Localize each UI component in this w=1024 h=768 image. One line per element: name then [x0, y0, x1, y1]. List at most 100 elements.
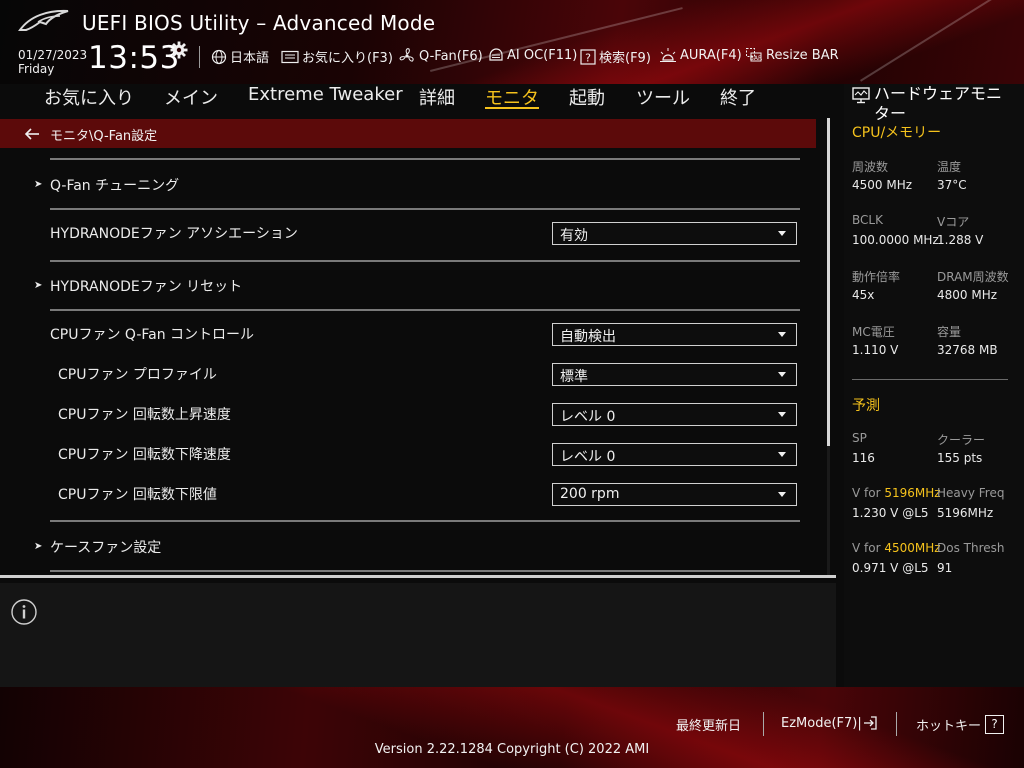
- cpu-fan-control-label: CPUファン Q-Fan コントロール: [50, 327, 255, 343]
- ratio-value: 45x: [852, 288, 875, 302]
- row-divider: [50, 158, 800, 160]
- cpu-fan-step-down-value: レベル 0: [560, 449, 616, 465]
- v-for-high-freq: 5196MHz: [884, 486, 941, 500]
- cpu-fan-profile-label: CPUファン プロファイル: [58, 367, 217, 383]
- hotkeys-label: ホットキー: [916, 719, 982, 734]
- tab-main[interactable]: メイン: [164, 84, 218, 110]
- heavy-freq-value: 5196MHz: [937, 506, 994, 520]
- rog-logo-icon: [18, 9, 69, 31]
- last-modified-button[interactable]: 最終更新日: [676, 715, 741, 734]
- gear-icon[interactable]: [170, 41, 188, 59]
- bclk-label: BCLK: [852, 213, 883, 227]
- sp-label: SP: [852, 431, 867, 445]
- resize-bar-label: Resize BAR: [766, 47, 839, 63]
- cpu-fan-profile-select[interactable]: 標準: [552, 363, 797, 386]
- freq-label: 周波数: [852, 160, 889, 174]
- cpu-fan-min-select[interactable]: 200 rpm: [552, 483, 797, 506]
- dropdown-caret-icon: [778, 412, 786, 417]
- tab-advanced[interactable]: 詳細: [419, 84, 455, 110]
- cpu-fan-min-label: CPUファン 回転数下限値: [58, 487, 217, 503]
- mc-volt-value: 1.110 V: [852, 343, 899, 357]
- temp-label: 温度: [937, 160, 962, 174]
- dropdown-caret-icon: [778, 332, 786, 337]
- search-button[interactable]: ? 検索(F9): [580, 47, 651, 66]
- back-arrow-icon[interactable]: [24, 127, 40, 141]
- vcore-value: 1.288 V: [937, 233, 984, 247]
- freq-value: 4500 MHz: [852, 178, 913, 192]
- ezmode-button[interactable]: EzMode(F7)|: [781, 715, 878, 731]
- keyboard-icon: [281, 50, 299, 63]
- content-bottom-border: [0, 575, 836, 578]
- ratio-label: 動作倍率: [852, 270, 901, 284]
- dropdown-caret-icon: [778, 372, 786, 377]
- tab-exit[interactable]: 終了: [720, 84, 756, 110]
- monitor-icon: [852, 87, 870, 104]
- hotkeys-button[interactable]: ホットキー ?: [916, 715, 1005, 734]
- tab-tool[interactable]: ツール: [636, 84, 690, 110]
- row-divider: [50, 260, 800, 262]
- dos-thresh-label: Dos Thresh: [937, 541, 1005, 555]
- v-for-low-value: 0.971 V @L5: [852, 561, 929, 575]
- cpu-fan-control-select[interactable]: 自動検出: [552, 323, 797, 346]
- help-box-icon: ?: [580, 48, 596, 65]
- cooler-label: クーラー: [937, 433, 986, 447]
- tab-favorites[interactable]: お気に入り: [44, 84, 134, 110]
- mc-volt-label: MC電圧: [852, 325, 895, 339]
- case-fan-item[interactable]: ケースファン設定: [50, 537, 161, 557]
- footer-divider: [763, 712, 764, 736]
- v-for-low-prefix: V for: [852, 541, 885, 555]
- ezmode-label: EzMode(F7)|: [781, 715, 862, 731]
- globe-icon: [211, 49, 227, 64]
- cpu-fan-control-value: 自動検出: [560, 329, 616, 345]
- cpu-fan-profile-value: 標準: [560, 369, 588, 385]
- version-text: Version 2.22.1284 Copyright (C) 2022 AMI: [374, 742, 650, 757]
- temp-value: 37°C: [937, 178, 967, 192]
- ai-chip-icon: [489, 48, 503, 61]
- hydranode-assoc-select[interactable]: 有効: [552, 222, 797, 245]
- hydranode-reset-item[interactable]: HYDRANODEファン リセット: [50, 276, 242, 296]
- v-for-low-freq: 4500MHz: [884, 541, 941, 555]
- row-divider: [50, 309, 800, 311]
- prediction-header: 予測: [852, 398, 880, 414]
- qfan-tuning-item[interactable]: Q-Fan チューニング: [50, 175, 179, 195]
- dropdown-caret-icon: [778, 492, 786, 497]
- hw-monitor-title: ハードウェアモニター: [874, 84, 1003, 123]
- help-panel: [0, 583, 836, 687]
- row-divider: [50, 570, 800, 572]
- dropdown-caret-icon: [778, 452, 786, 457]
- scrollbar-thumb[interactable]: [827, 118, 830, 446]
- dram-freq-value: 4800 MHz: [937, 288, 998, 302]
- active-tab-indicator: [485, 107, 539, 109]
- cpu-fan-step-up-select[interactable]: レベル 0: [552, 403, 797, 426]
- help-box-icon: ?: [985, 715, 1005, 734]
- ai-oc-label: AI OC(F11): [507, 47, 578, 63]
- breadcrumb-path: モニタ\Q-Fan設定: [50, 129, 158, 144]
- cpu-fan-min-value: 200 rpm: [560, 486, 620, 502]
- ai-oc-button[interactable]: AI OC(F11): [488, 47, 577, 63]
- tab-extreme-tweaker[interactable]: Extreme Tweaker: [248, 84, 403, 105]
- dram-freq-label: DRAM周波数: [937, 270, 1009, 284]
- capacity-value: 32768 MB: [937, 343, 998, 357]
- svg-text:BAR: BAR: [750, 55, 762, 62]
- cpu-fan-step-down-select[interactable]: レベル 0: [552, 443, 797, 466]
- svg-text:?: ?: [585, 51, 591, 64]
- cooler-value: 155 pts: [937, 451, 983, 465]
- aura-label: AURA(F4): [680, 47, 742, 63]
- cpu-fan-step-up-value: レベル 0: [560, 409, 616, 425]
- aura-button[interactable]: AURA(F4): [659, 47, 742, 63]
- qfan-button[interactable]: Q-Fan(F6): [398, 47, 483, 65]
- v-for-low-label: V for 4500MHz: [852, 541, 941, 555]
- app-title: UEFI BIOS Utility – Advanced Mode: [82, 11, 436, 35]
- cpu-fan-step-down-label: CPUファン 回転数下降速度: [58, 447, 231, 463]
- language-button[interactable]: 日本語: [211, 47, 269, 66]
- footer-divider: [896, 712, 897, 736]
- resize-bar-button[interactable]: BAR Resize BAR: [745, 47, 839, 63]
- fan-icon: [399, 48, 414, 62]
- decor-stripe: [860, 0, 997, 82]
- resize-bar-icon: BAR: [746, 48, 762, 62]
- clock-time: 13:53: [88, 40, 180, 76]
- tab-boot[interactable]: 起動: [569, 84, 605, 110]
- favorites-button[interactable]: お気に入り(F3): [281, 47, 393, 66]
- favorites-label: お気に入り(F3): [302, 51, 393, 66]
- info-icon: [11, 599, 37, 625]
